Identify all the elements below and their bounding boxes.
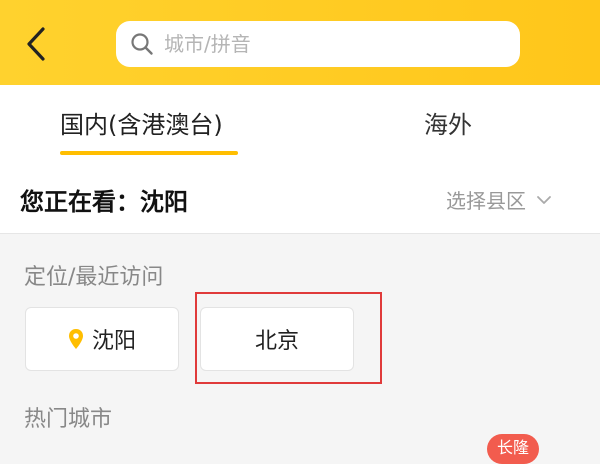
location-pin-icon (68, 328, 84, 350)
district-select[interactable]: 选择县区 (446, 185, 552, 214)
chevron-down-icon (537, 195, 551, 204)
city-label: 沈阳 (91, 329, 136, 354)
search-box[interactable] (116, 21, 520, 67)
search-input[interactable] (162, 31, 506, 57)
chevron-left-icon (27, 27, 45, 61)
city-button-shenyang[interactable]: 沈阳 (25, 307, 179, 371)
tab-domestic[interactable]: 国内(含港澳台) (60, 105, 223, 140)
back-button[interactable] (18, 22, 54, 66)
hot-section-title: 热门城市 (24, 407, 113, 432)
city-label: 北京 (254, 329, 299, 354)
current-city-row: 您正在看：沈阳 选择县区 (0, 161, 600, 234)
header-bar (0, 0, 600, 85)
recent-section-title: 定位/最近访问 (24, 265, 164, 290)
tab-overseas[interactable]: 海外 (424, 105, 472, 140)
city-button-beijing[interactable]: 北京 (200, 307, 354, 371)
region-tabs: 国内(含港澳台) 海外 (0, 85, 600, 161)
district-select-label: 选择县区 (446, 189, 526, 213)
current-city-label: 您正在看：沈阳 (20, 188, 188, 216)
search-icon (131, 33, 153, 55)
active-tab-indicator (60, 151, 238, 155)
promo-badge: 长隆 (487, 434, 539, 464)
